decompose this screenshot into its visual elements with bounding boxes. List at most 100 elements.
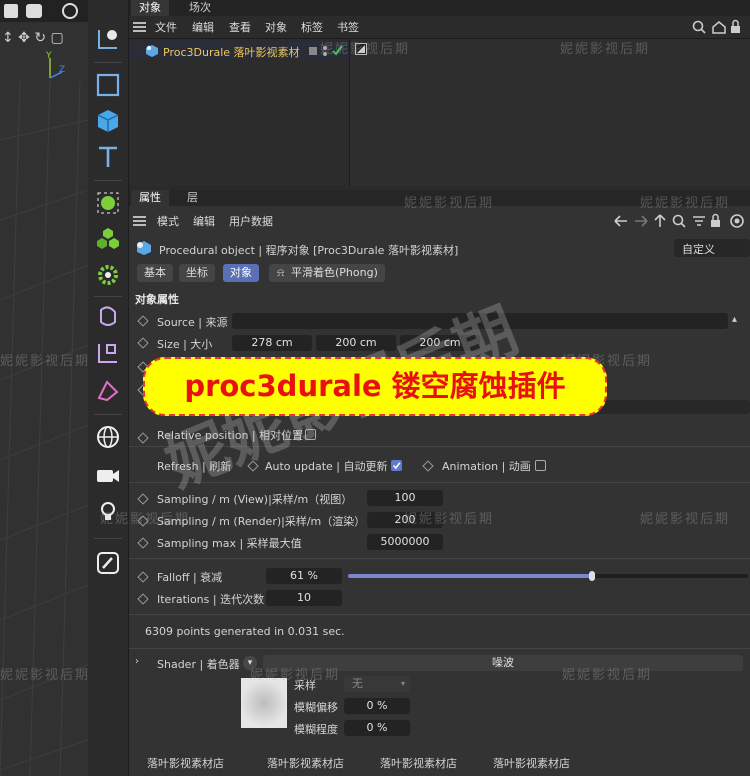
subtab-phong-label: 平滑着色(Phong) bbox=[291, 266, 378, 279]
anim-diamond-icon[interactable] bbox=[137, 537, 149, 549]
menu-view[interactable]: 查看 bbox=[229, 19, 251, 35]
phong-bell-icon: ⍾ bbox=[277, 266, 285, 279]
banner-title: proc3durale 镂空腐蚀插件 bbox=[184, 369, 566, 403]
subtab-coord[interactable]: 坐标 bbox=[179, 264, 215, 282]
subtab-basic[interactable]: 基本 bbox=[137, 264, 173, 282]
sampling-max-label: Sampling max | 采样最大值 bbox=[157, 537, 302, 550]
tab-takes[interactable]: 场次 bbox=[181, 0, 219, 16]
rectangle-spline-icon[interactable] bbox=[93, 70, 123, 100]
generator-icon[interactable] bbox=[93, 188, 123, 218]
preset-dropdown[interactable]: 自定义 bbox=[674, 239, 750, 257]
anim-diamond-icon[interactable] bbox=[137, 315, 149, 327]
cloner-icon[interactable] bbox=[93, 224, 123, 254]
divider bbox=[129, 558, 750, 559]
camera-icon[interactable] bbox=[93, 460, 123, 490]
promo-banner: proc3durale 镂空腐蚀插件 bbox=[143, 357, 607, 416]
object-manager-tool-icons[interactable] bbox=[691, 19, 749, 35]
iterations-label: Iterations | 迭代次数 bbox=[157, 593, 265, 606]
anim-diamond-icon[interactable] bbox=[137, 571, 149, 583]
menu-attr-edit[interactable]: 编辑 bbox=[193, 213, 215, 229]
watermark: 妮妮影视后期 bbox=[100, 512, 191, 527]
svg-text:Z: Z bbox=[59, 65, 65, 75]
anim-diamond-icon[interactable] bbox=[137, 593, 149, 605]
environment-globe-icon[interactable] bbox=[93, 422, 123, 452]
blur-offset-label: 模糊偏移 bbox=[294, 701, 338, 714]
axis-gizmo-icon: Y Z bbox=[45, 51, 65, 79]
menu-object[interactable]: 对象 bbox=[265, 19, 287, 35]
watermark: 妮妮影视后期 bbox=[0, 668, 91, 683]
preset-value: 自定义 bbox=[682, 243, 715, 256]
divider bbox=[129, 614, 750, 615]
watermark: 妮妮影视后期 bbox=[404, 196, 495, 211]
tab-layers[interactable]: 层 bbox=[179, 190, 206, 206]
sample-dropdown-arrow-icon: ▾ bbox=[400, 679, 405, 688]
svg-text:↕ ✥ ↻ ▢: ↕ ✥ ↻ ▢ bbox=[2, 30, 64, 46]
object-tree[interactable]: Proc3Durale 落叶影视素材 bbox=[129, 39, 349, 186]
animation-checkbox[interactable] bbox=[535, 460, 546, 471]
spline-pen-icon[interactable] bbox=[93, 24, 123, 54]
hidden-field[interactable] bbox=[589, 400, 750, 414]
menu-hamburger-icon[interactable] bbox=[133, 22, 146, 32]
anim-diamond-icon[interactable] bbox=[137, 493, 149, 505]
status-text: 6309 points generated in 0.031 sec. bbox=[145, 625, 345, 638]
size-x-field[interactable]: 278 cm bbox=[232, 335, 312, 351]
menu-mode[interactable]: 模式 bbox=[157, 213, 179, 229]
watermark: 妮妮影视后期 bbox=[0, 354, 91, 369]
watermark: 妮妮影视后期 bbox=[404, 512, 495, 527]
menu-tags[interactable]: 标签 bbox=[301, 19, 323, 35]
object-title: Procedural object | 程序对象 [Proc3Durale 落叶… bbox=[159, 244, 459, 257]
sampling-view-field[interactable]: 100 bbox=[367, 490, 443, 506]
noise-preview-thumbnail bbox=[241, 678, 287, 728]
shader-label: Shader | 着色器 bbox=[157, 658, 240, 671]
menu-edit[interactable]: 编辑 bbox=[192, 19, 214, 35]
tool-strip bbox=[88, 0, 129, 776]
anim-diamond-icon[interactable] bbox=[137, 337, 149, 349]
sampling-max-field[interactable]: 5000000 bbox=[367, 534, 443, 550]
iterations-field[interactable]: 10 bbox=[266, 590, 342, 606]
attr-menu-hamburger-icon[interactable] bbox=[133, 216, 146, 226]
tab-attributes[interactable]: 属性 bbox=[131, 190, 169, 206]
procedural-object-title-icon bbox=[137, 241, 151, 255]
bend-deformer-icon[interactable] bbox=[93, 338, 123, 368]
viewport-toolbar-icons[interactable] bbox=[2, 2, 86, 20]
shader-expand-icon[interactable]: › bbox=[135, 656, 139, 667]
anim-diamond-icon[interactable] bbox=[137, 432, 149, 444]
blur-degree-label: 模糊程度 bbox=[294, 723, 338, 736]
tab-objects[interactable]: 对象 bbox=[131, 0, 169, 16]
source-arrow-icon[interactable]: ▴ bbox=[732, 314, 737, 325]
effector-gear-icon[interactable] bbox=[93, 260, 123, 290]
auto-update-checkbox[interactable] bbox=[391, 460, 402, 471]
subtab-object[interactable]: 对象 bbox=[223, 264, 259, 282]
menu-bookmarks[interactable]: 书签 bbox=[337, 19, 359, 35]
menu-user-data[interactable]: 用户数据 bbox=[229, 213, 273, 229]
sample-dropdown[interactable]: 无 ▾ bbox=[344, 676, 410, 692]
text-tool-icon[interactable] bbox=[93, 142, 123, 172]
section-title: 对象属性 bbox=[135, 293, 179, 306]
anim-diamond-icon[interactable] bbox=[422, 460, 434, 472]
viewport-nav-icons[interactable]: ↕ ✥ ↻ ▢ bbox=[0, 26, 88, 48]
blur-offset-field[interactable]: 0 % bbox=[344, 698, 410, 714]
tag-edit-icon[interactable] bbox=[93, 548, 123, 578]
falloff-slider-handle[interactable] bbox=[589, 571, 595, 581]
cube-icon[interactable] bbox=[93, 106, 123, 136]
footer-store-4: 落叶影视素材店 bbox=[493, 757, 570, 770]
deformer-icon[interactable] bbox=[93, 302, 123, 332]
footer-store-3: 落叶影视素材店 bbox=[380, 757, 457, 770]
menu-file[interactable]: 文件 bbox=[155, 19, 177, 35]
viewport-toolbar bbox=[0, 0, 88, 22]
watermark: 妮妮影视后期 bbox=[250, 668, 341, 683]
falloff-label: Falloff | 衰减 bbox=[157, 571, 223, 584]
watermark: 妮妮影视后期 bbox=[562, 668, 653, 683]
watermark: 妮妮影视后期 bbox=[560, 42, 651, 57]
field-icon[interactable] bbox=[93, 376, 123, 406]
object-row[interactable]: Proc3Durale 落叶影视素材 bbox=[129, 41, 349, 59]
object-name[interactable]: Proc3Durale 落叶影视素材 bbox=[163, 44, 300, 60]
falloff-slider-track[interactable] bbox=[348, 571, 748, 581]
viewport[interactable]: ↕ ✥ ↻ ▢ Y Z bbox=[0, 0, 88, 776]
falloff-field[interactable]: 61 % bbox=[266, 568, 342, 584]
falloff-slider-fill bbox=[348, 574, 592, 578]
attribute-manager-menubar: 模式 编辑 用户数据 bbox=[129, 210, 750, 232]
blur-degree-field[interactable]: 0 % bbox=[344, 720, 410, 736]
subtab-phong[interactable]: ⍾ 平滑着色(Phong) bbox=[269, 264, 385, 282]
attr-nav-icons[interactable] bbox=[613, 213, 749, 229]
